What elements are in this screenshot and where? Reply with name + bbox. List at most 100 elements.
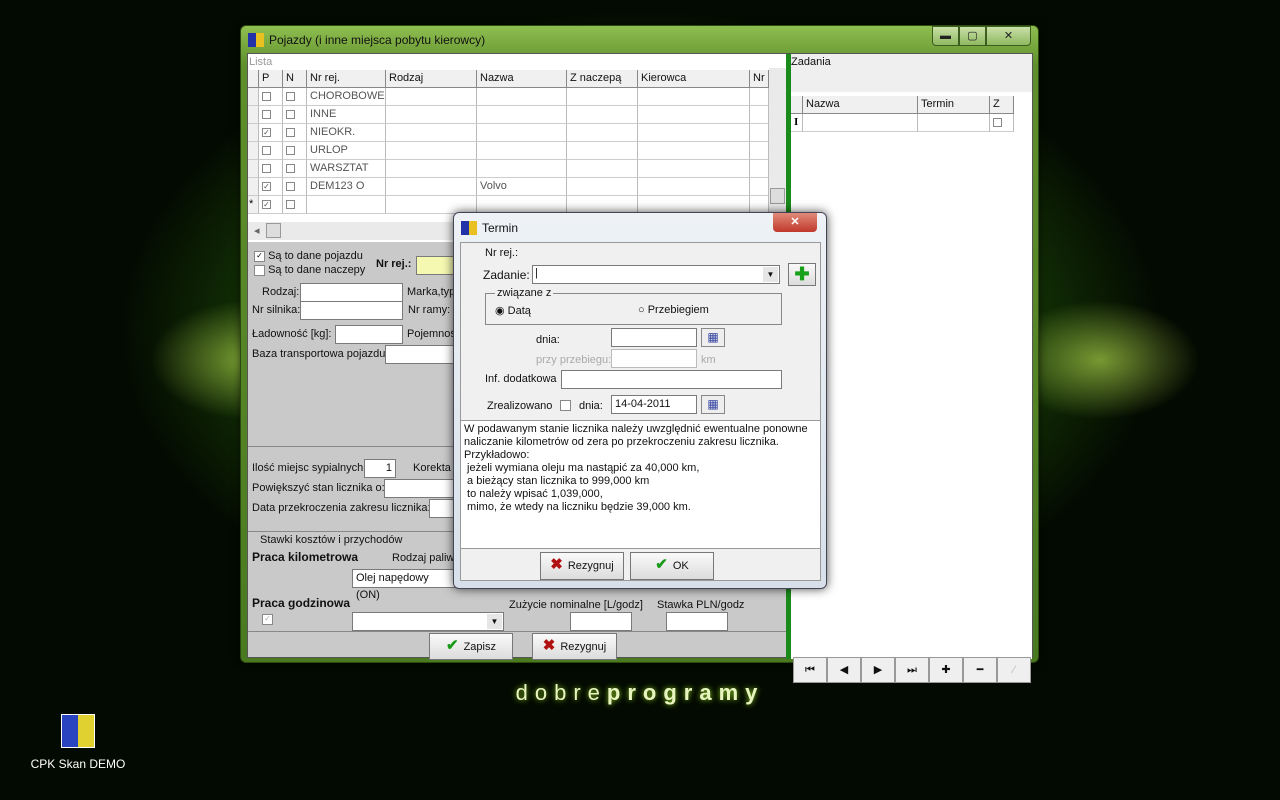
row-selector[interactable] [248, 124, 259, 142]
powiekszyc-input[interactable] [384, 479, 454, 498]
rodzaj-cell[interactable] [386, 160, 477, 178]
nr-rej-cell[interactable]: CHOROBOWE [307, 88, 386, 106]
nr-cell[interactable] [750, 88, 769, 106]
inf-input[interactable] [561, 370, 782, 389]
z-naczepa-cell[interactable] [567, 88, 638, 106]
zrealizowano-date-input[interactable]: 14-04-2011 [611, 395, 697, 414]
row-selector[interactable] [248, 88, 259, 106]
p-checkbox-cell[interactable]: ✓ [259, 196, 283, 214]
chevron-down-icon[interactable]: ▼ [763, 267, 778, 282]
column-header[interactable]: Nazwa [477, 70, 567, 88]
minimize-button[interactable]: ▬ [932, 26, 959, 46]
nr-cell[interactable] [750, 160, 769, 178]
zrealizowano-checkbox[interactable] [560, 400, 571, 411]
p-checkbox-cell[interactable] [259, 106, 283, 124]
column-header[interactable]: Kierowca [638, 70, 750, 88]
maximize-button[interactable]: ▢ [959, 26, 986, 46]
rodzaj-cell[interactable] [386, 106, 477, 124]
n-checkbox-cell[interactable] [283, 124, 307, 142]
kierowca-cell[interactable] [638, 106, 750, 124]
n-checkbox-cell[interactable] [283, 196, 307, 214]
rodzaj-cell[interactable] [386, 142, 477, 160]
row-selector[interactable] [248, 142, 259, 160]
nr-rej-cell[interactable]: WARSZTAT [307, 160, 386, 178]
n-checkbox-cell[interactable] [283, 106, 307, 124]
dnia-input[interactable] [611, 328, 697, 347]
z-naczepa-cell[interactable] [567, 142, 638, 160]
column-header[interactable]: Rodzaj [386, 70, 477, 88]
dialog-close-button[interactable]: ✕ [773, 213, 817, 232]
p-checkbox-cell[interactable] [259, 88, 283, 106]
kierowca-cell[interactable] [638, 124, 750, 142]
column-header-termin[interactable]: Termin [918, 96, 990, 114]
hourly-select[interactable]: ▼ [352, 612, 504, 631]
baza-input[interactable] [385, 345, 455, 364]
nazwa-cell[interactable] [477, 88, 567, 106]
p-checkbox-cell[interactable]: ✓ [259, 124, 283, 142]
z-naczepa-cell[interactable] [567, 160, 638, 178]
nazwa-cell[interactable]: Volvo [477, 178, 567, 196]
nazwa-cell[interactable] [477, 106, 567, 124]
task-name-cell[interactable] [803, 114, 918, 132]
calendar-icon[interactable]: ▦ [701, 328, 725, 347]
vertical-scrollbar[interactable] [769, 68, 786, 222]
nr-rej-cell[interactable]: URLOP [307, 142, 386, 160]
column-header[interactable]: Nr [750, 70, 769, 88]
save-button[interactable]: ✔ Zapisz [429, 633, 513, 660]
z-naczepa-cell[interactable] [567, 178, 638, 196]
n-checkbox-cell[interactable] [283, 88, 307, 106]
n-checkbox-cell[interactable] [283, 142, 307, 160]
nr-rej-cell[interactable] [307, 196, 386, 214]
column-header-z[interactable]: Z [990, 96, 1014, 114]
z-naczepa-cell[interactable] [567, 124, 638, 142]
z-naczepa-cell[interactable] [567, 106, 638, 124]
kierowca-cell[interactable] [638, 142, 750, 160]
p-checkbox-cell[interactable] [259, 142, 283, 160]
hourly-checkbox[interactable]: ✓ [262, 614, 273, 625]
row-selector[interactable]: * [248, 196, 259, 214]
n-checkbox-cell[interactable] [283, 178, 307, 196]
row-selector[interactable] [248, 106, 259, 124]
column-header-nazwa[interactable]: Nazwa [803, 96, 918, 114]
column-header[interactable]: Z naczepą [567, 70, 638, 88]
p-checkbox-cell[interactable] [259, 160, 283, 178]
radio-data[interactable]: ◉ Datą [495, 304, 531, 317]
rodzaj-cell[interactable] [386, 88, 477, 106]
nr-rej-input[interactable] [416, 256, 456, 275]
rodzaj-cell[interactable] [386, 178, 477, 196]
dialog-ok-button[interactable]: ✔ OK [630, 552, 714, 580]
nazwa-cell[interactable] [477, 124, 567, 142]
task-term-cell[interactable] [918, 114, 990, 132]
nr-rej-cell[interactable]: NIEOKR. [307, 124, 386, 142]
vehicle-data-checkbox[interactable]: ✓ Są to dane pojazdu [254, 250, 363, 262]
fuel-select[interactable]: Olej napędowy (ON) [352, 569, 456, 601]
task-done-cell[interactable] [990, 114, 1014, 132]
note-textarea[interactable]: W podawanym stanie licznika należy uwzgl… [461, 420, 820, 549]
ladownosc-input[interactable] [335, 325, 403, 344]
row-selector[interactable] [248, 160, 259, 178]
trailer-data-checkbox[interactable]: Są to dane naczepy [254, 264, 365, 276]
desktop-icon-cpk[interactable]: CPK Skan DEMO [20, 714, 136, 771]
cancel-button[interactable]: ✖ Rezygnuj [532, 633, 617, 660]
add-task-button[interactable]: ✚ [788, 263, 816, 286]
kierowca-cell[interactable] [638, 178, 750, 196]
p-checkbox-cell[interactable]: ✓ [259, 178, 283, 196]
rodzaj-input[interactable] [300, 283, 403, 302]
nr-cell[interactable] [750, 124, 769, 142]
nr-cell[interactable] [750, 106, 769, 124]
zadanie-combobox[interactable]: | ▼ [532, 265, 780, 284]
kierowca-cell[interactable] [638, 160, 750, 178]
miejsca-input[interactable]: 1 [364, 459, 396, 478]
close-button[interactable]: ✕ [986, 26, 1031, 46]
nr-rej-cell[interactable]: INNE [307, 106, 386, 124]
column-header[interactable]: P [259, 70, 283, 88]
nr-silnika-input[interactable] [300, 301, 403, 320]
column-header[interactable]: N [283, 70, 307, 88]
column-header[interactable]: Nr rej. [307, 70, 386, 88]
dialog-cancel-button[interactable]: ✖ Rezygnuj [540, 552, 624, 580]
nazwa-cell[interactable] [477, 142, 567, 160]
radio-przebieg[interactable]: ○ Przebiegiem [638, 304, 709, 316]
kierowca-cell[interactable] [638, 88, 750, 106]
nr-cell[interactable] [750, 142, 769, 160]
nr-cell[interactable] [750, 178, 769, 196]
